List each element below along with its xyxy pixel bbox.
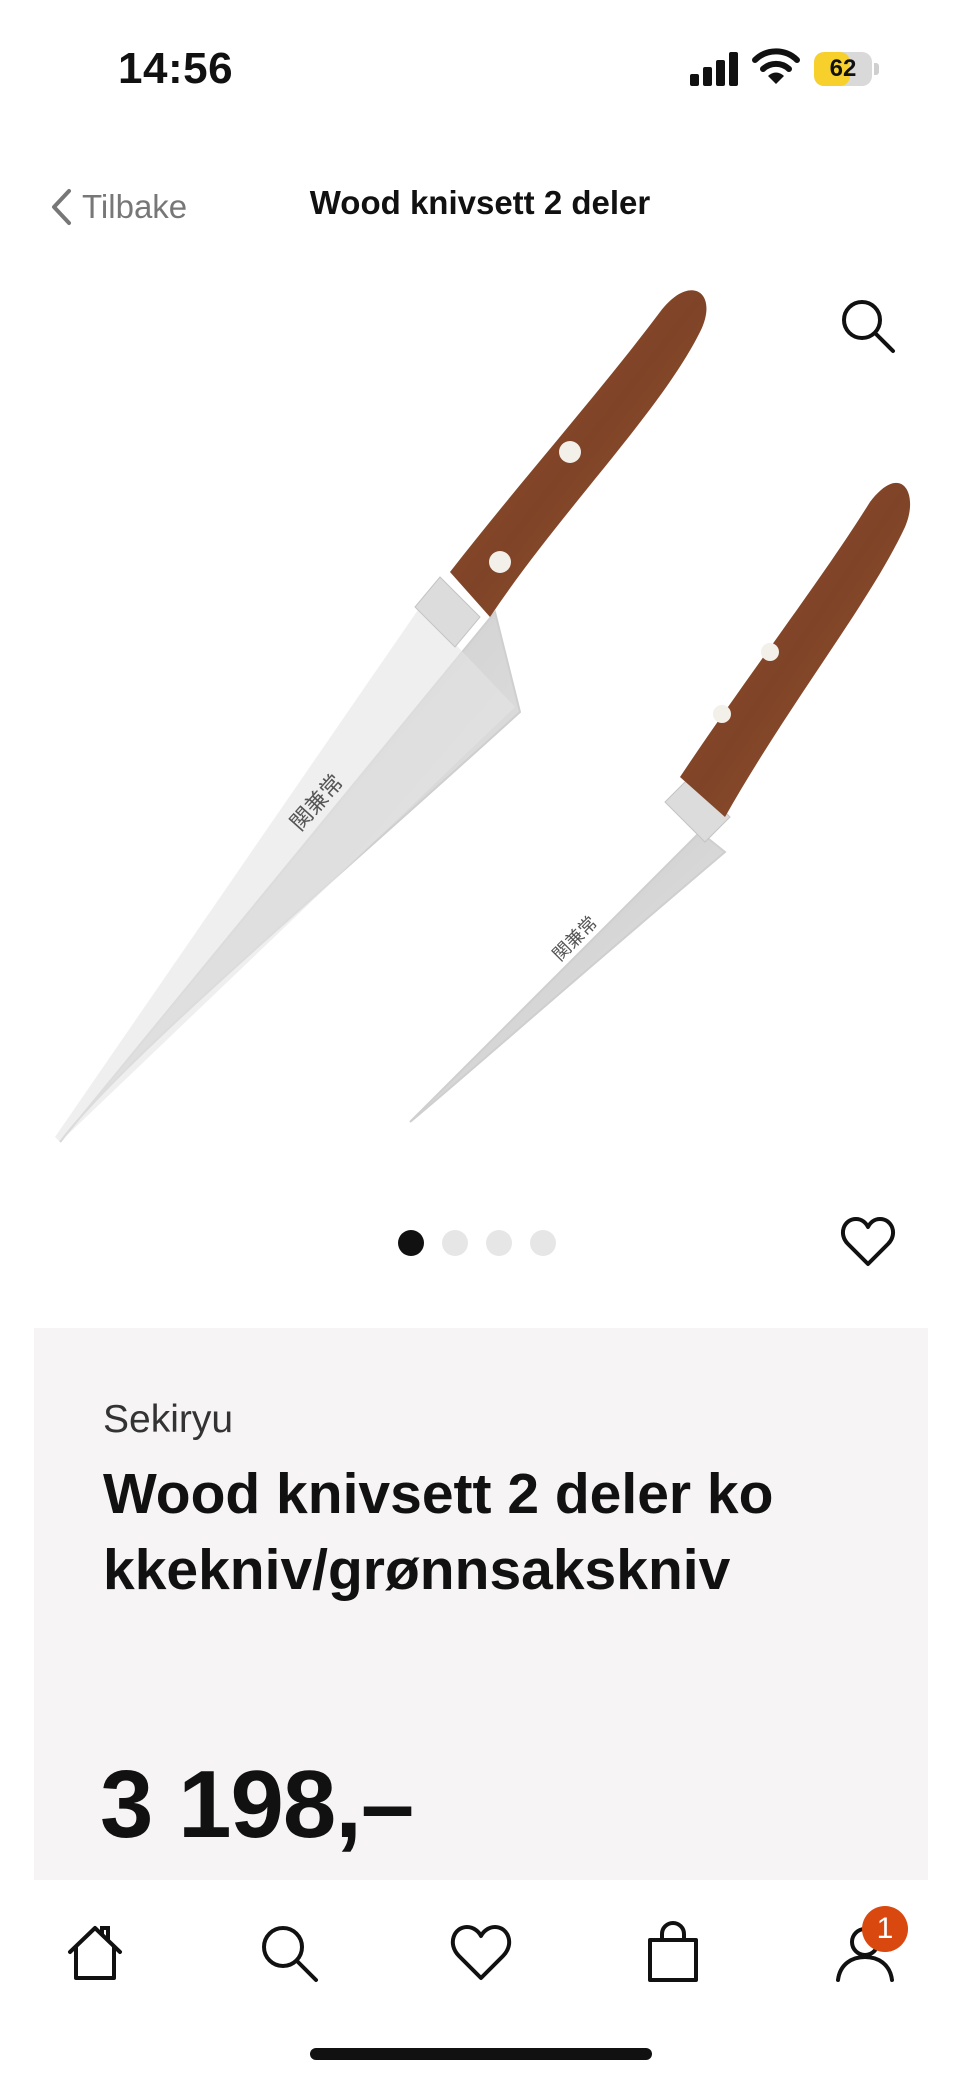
page-title: Wood knivsett 2 deler — [309, 184, 651, 221]
wifi-icon — [752, 48, 800, 86]
home-indicator[interactable] — [310, 2048, 652, 2060]
chef-knife: 関兼常 — [55, 290, 707, 1143]
zoom-icon[interactable] — [838, 296, 898, 356]
pagination-dot[interactable] — [530, 1230, 556, 1256]
heart-icon[interactable] — [448, 1920, 514, 1986]
pagination-dot[interactable] — [486, 1230, 512, 1256]
pagination-dot[interactable] — [442, 1230, 468, 1256]
cellular-signal-icon — [690, 52, 738, 86]
search-icon[interactable] — [256, 1920, 322, 1986]
product-title: Wood knivsett 2 deler kokkekniv/grønnsak… — [103, 1462, 774, 1602]
home-icon[interactable] — [62, 1920, 128, 1986]
favorite-heart-icon[interactable] — [840, 1214, 896, 1270]
battery-percent: 62 — [829, 55, 857, 82]
bag-icon[interactable] — [640, 1920, 706, 1986]
product-price: 3 198,– — [100, 1751, 414, 1858]
status-time: 14:56 — [118, 44, 234, 93]
pagination-dot[interactable] — [398, 1230, 424, 1256]
battery-indicator: 62 — [814, 52, 880, 86]
cart-badge: 1 — [862, 1906, 908, 1952]
gallery-pagination[interactable] — [398, 1230, 556, 1256]
product-image[interactable]: 関兼常 関兼常 — [0, 272, 960, 1192]
product-brand[interactable]: Sekiryu — [103, 1398, 233, 1442]
